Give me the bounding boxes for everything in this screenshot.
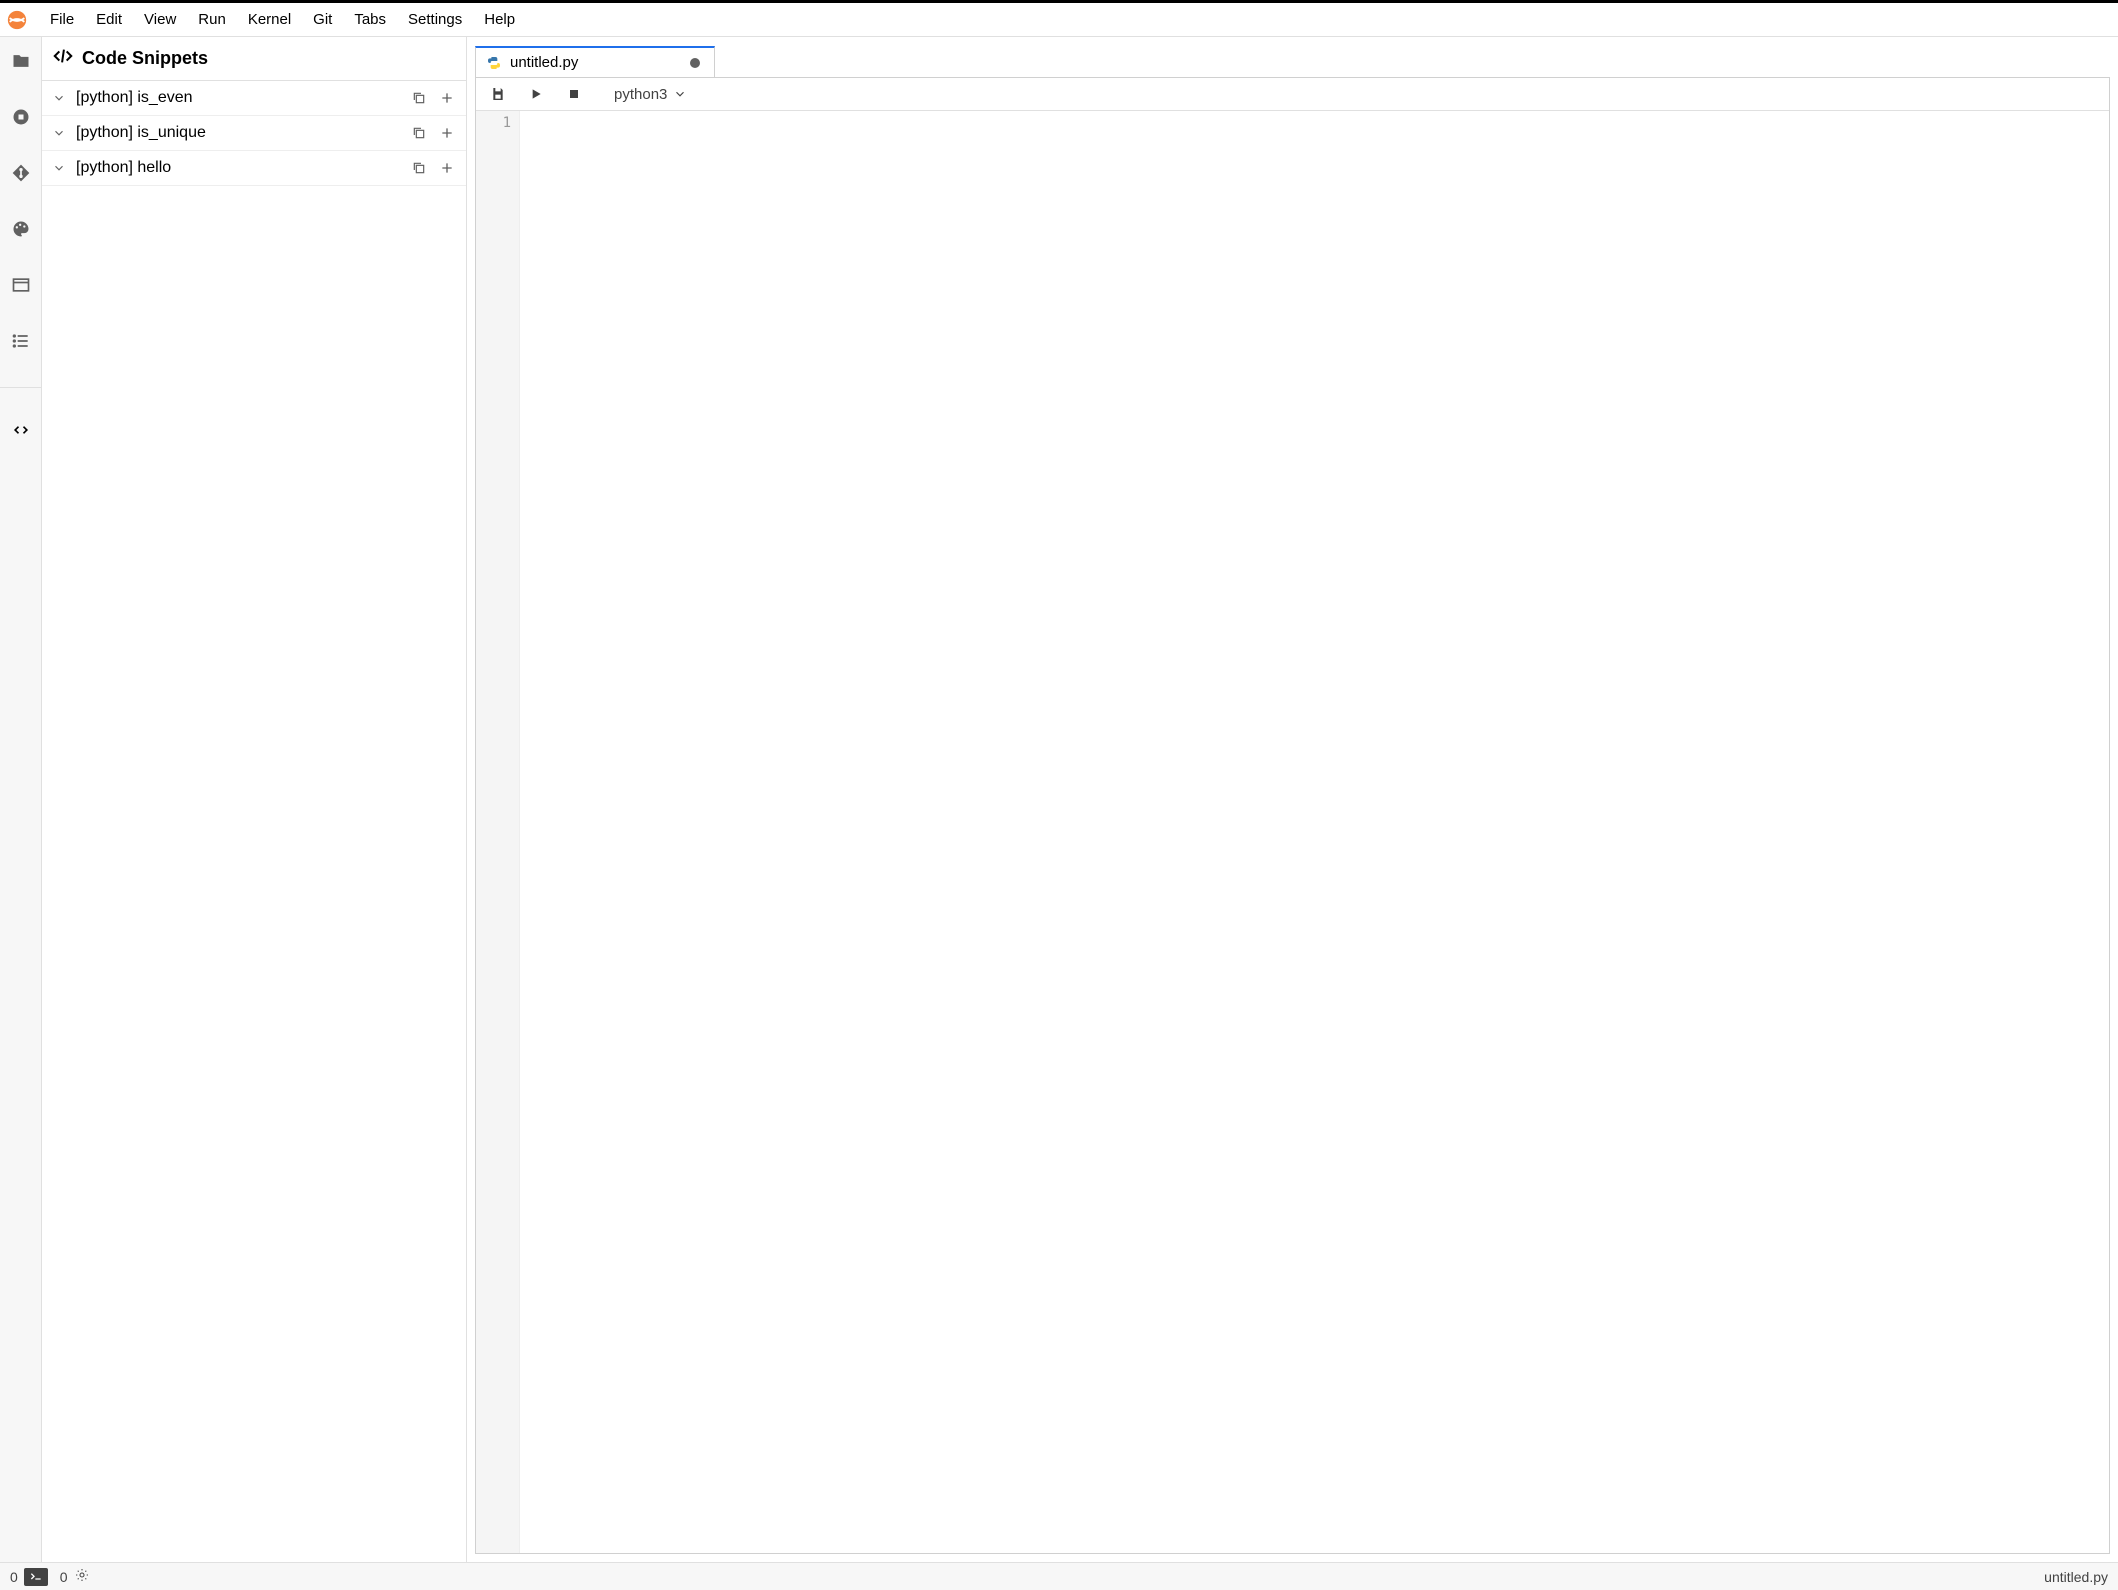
chevron-down-icon: [673, 87, 687, 101]
status-count-b[interactable]: 0: [60, 1567, 90, 1586]
menubar: File Edit View Run Kernel Git Tabs Setti…: [0, 3, 2118, 37]
kernel-label: python3: [614, 86, 667, 103]
snippet-label: [python] is_unique: [76, 124, 402, 142]
insert-icon[interactable]: [438, 124, 456, 142]
snippet-row[interactable]: [python] is_even: [42, 81, 466, 116]
python-file-icon: [486, 55, 502, 71]
copy-icon[interactable]: [410, 159, 428, 177]
sidepanel-header: Code Snippets: [42, 37, 466, 81]
run-icon[interactable]: [526, 84, 546, 104]
snippet-label: [python] hello: [76, 159, 402, 177]
status-count-a-value: 0: [10, 1569, 18, 1585]
editor-body: 1: [476, 111, 2109, 1553]
kernel-status-icon: [74, 1567, 90, 1586]
editor-gutter: 1: [476, 111, 520, 1553]
status-count-b-value: 0: [60, 1569, 68, 1585]
rail-separator: [0, 387, 41, 388]
menu-file[interactable]: File: [40, 7, 84, 32]
menu-settings[interactable]: Settings: [398, 7, 472, 32]
jupyter-logo-icon: [6, 9, 28, 31]
code-icon: [52, 45, 74, 72]
menu-run[interactable]: Run: [188, 7, 236, 32]
filebrowser-icon[interactable]: [7, 47, 35, 75]
snippet-label: [python] is_even: [76, 89, 402, 107]
toc-icon[interactable]: [7, 327, 35, 355]
copy-icon[interactable]: [410, 89, 428, 107]
editor-tabbar: untitled.py: [475, 43, 2110, 77]
snippet-row[interactable]: [python] hello: [42, 151, 466, 186]
insert-icon[interactable]: [438, 89, 456, 107]
chevron-down-icon[interactable]: [52, 125, 68, 141]
left-rail: [0, 37, 42, 1562]
snippet-row[interactable]: [python] is_unique: [42, 116, 466, 151]
menu-kernel[interactable]: Kernel: [238, 7, 301, 32]
menu-edit[interactable]: Edit: [86, 7, 132, 32]
editor-tab[interactable]: untitled.py: [475, 46, 715, 77]
menu-help[interactable]: Help: [474, 7, 525, 32]
main-layout: Code Snippets [python] is_even [python] …: [0, 37, 2118, 1562]
status-filename-label: untitled.py: [2044, 1569, 2108, 1585]
status-filename[interactable]: untitled.py: [2044, 1569, 2108, 1585]
running-sessions-icon[interactable]: [7, 103, 35, 131]
menu-git[interactable]: Git: [303, 7, 342, 32]
code-editor[interactable]: [520, 111, 2109, 1553]
insert-icon[interactable]: [438, 159, 456, 177]
statusbar: 0 0 untitled.py: [0, 1562, 2118, 1590]
editor-frame: python3 1: [475, 77, 2110, 1554]
menu-tabs[interactable]: Tabs: [344, 7, 396, 32]
status-count-a[interactable]: 0: [10, 1568, 48, 1586]
editor-area: untitled.py python3 1: [467, 37, 2118, 1562]
chevron-down-icon[interactable]: [52, 90, 68, 106]
snippet-list: [python] is_even [python] is_unique [pyt…: [42, 81, 466, 1562]
sidepanel-title: Code Snippets: [82, 48, 208, 69]
kernel-selector[interactable]: python3: [614, 86, 687, 103]
palette-icon[interactable]: [7, 215, 35, 243]
tabs-panel-icon[interactable]: [7, 271, 35, 299]
copy-icon[interactable]: [410, 124, 428, 142]
stop-icon[interactable]: [564, 84, 584, 104]
sidepanel-code-snippets: Code Snippets [python] is_even [python] …: [42, 37, 467, 1562]
code-snippets-icon[interactable]: [7, 416, 35, 444]
chevron-down-icon[interactable]: [52, 160, 68, 176]
git-icon[interactable]: [7, 159, 35, 187]
terminal-icon: [24, 1568, 48, 1586]
save-icon[interactable]: [488, 84, 508, 104]
editor-tab-label: untitled.py: [510, 54, 578, 71]
gutter-line: 1: [476, 115, 511, 131]
menu-view[interactable]: View: [134, 7, 186, 32]
dirty-indicator-icon: [690, 58, 700, 68]
editor-toolbar: python3: [476, 78, 2109, 111]
